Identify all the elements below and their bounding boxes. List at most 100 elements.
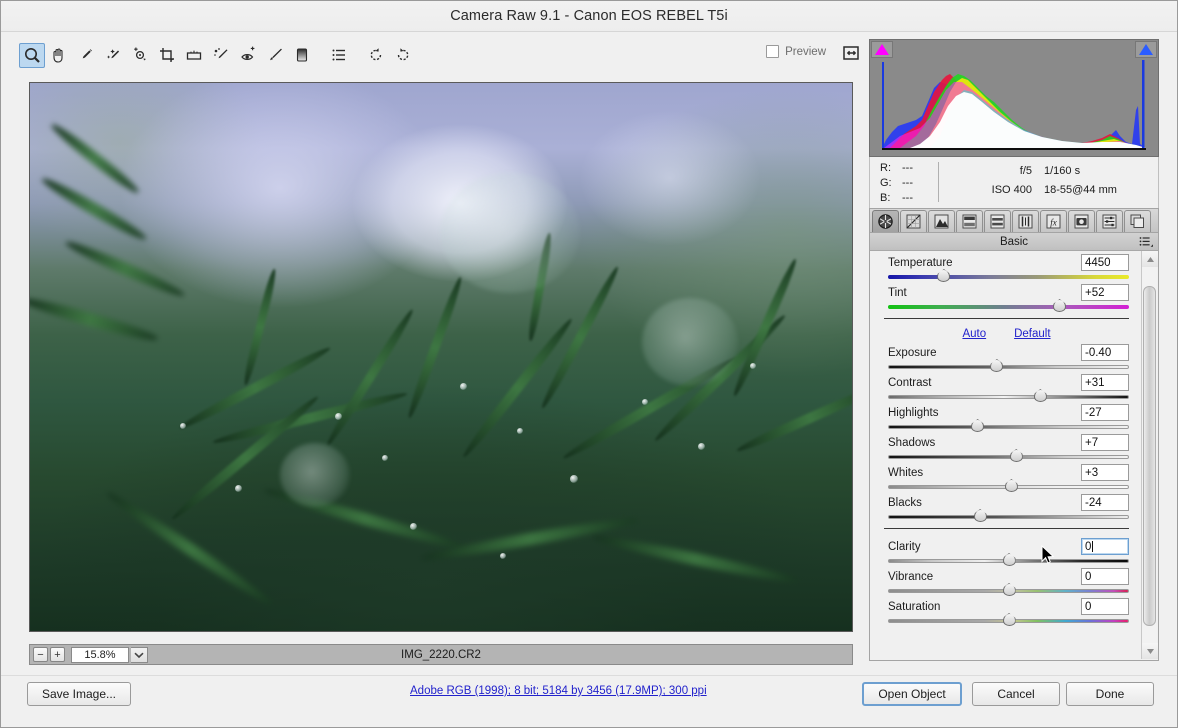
slider-value-saturation[interactable]: 0 — [1081, 598, 1129, 615]
slider-exposure[interactable]: Exposure -0.40 — [870, 341, 1143, 371]
slider-blacks[interactable]: Blacks -24 — [870, 491, 1143, 521]
tab-basic[interactable] — [872, 210, 899, 232]
slider-track-saturation[interactable] — [888, 617, 1129, 624]
panel-divider-2 — [884, 528, 1129, 529]
slider-contrast[interactable]: Contrast +31 — [870, 371, 1143, 401]
rgb-readout: R:--- G:--- B:--- — [880, 161, 913, 206]
slider-highlights[interactable]: Highlights -27 — [870, 401, 1143, 431]
tab-split-toning[interactable] — [984, 210, 1011, 232]
zoom-tool[interactable] — [19, 43, 45, 68]
color-sampler-tool[interactable] — [100, 43, 126, 68]
g-label: G: — [880, 176, 902, 191]
image-filename: IMG_2220.CR2 — [30, 649, 852, 661]
slider-value-highlights[interactable]: -27 — [1081, 404, 1129, 421]
snapshots-icon — [1129, 213, 1146, 230]
highlight-clipping-warning-icon[interactable] — [1135, 41, 1157, 58]
panel-divider-1 — [884, 318, 1129, 319]
exif-readout: f/51/160 s ISO 40018-55@44 mm — [950, 162, 1150, 200]
default-link[interactable]: Default — [1014, 328, 1050, 340]
rgb-row-r: R:--- — [880, 161, 913, 176]
slider-saturation[interactable]: Saturation 0 — [870, 595, 1143, 625]
slider-vibrance[interactable]: Vibrance 0 — [870, 565, 1143, 595]
text-caret — [1092, 541, 1093, 552]
slider-track-highlights[interactable] — [888, 423, 1129, 430]
adjustment-brush-tool[interactable] — [262, 43, 288, 68]
shutter-value: 1/160 s — [1044, 162, 1080, 181]
camera-icon — [1073, 213, 1090, 230]
spot-removal-tool[interactable] — [208, 43, 234, 68]
open-object-button[interactable]: Open Object — [862, 682, 962, 706]
rotate-clockwise-tool[interactable] — [390, 43, 416, 68]
rgb-row-g: G:--- — [880, 176, 913, 191]
slider-track-contrast[interactable] — [888, 393, 1129, 400]
scroll-up-arrow-icon[interactable] — [1142, 251, 1158, 267]
red-eye-removal-tool[interactable] — [235, 43, 261, 68]
slider-list: Temperature 4450 Tint +52 — [870, 251, 1143, 625]
crop-tool[interactable] — [154, 43, 180, 68]
slider-clarity[interactable]: Clarity 0 — [870, 535, 1143, 565]
slider-track-vibrance[interactable] — [888, 587, 1129, 594]
slider-value-shadows[interactable]: +7 — [1081, 434, 1129, 451]
presets-list-tool[interactable] — [326, 43, 352, 68]
tab-hsl-grayscale[interactable] — [956, 210, 983, 232]
targeted-adjustment-tool[interactable] — [127, 43, 153, 68]
fullscreen-toggle-icon[interactable] — [840, 43, 862, 63]
slider-track-shadows[interactable] — [888, 453, 1129, 460]
slider-track-temperature[interactable] — [888, 273, 1129, 280]
slider-track-blacks[interactable] — [888, 513, 1129, 520]
tab-camera-calibration[interactable] — [1068, 210, 1095, 232]
save-image-button[interactable]: Save Image... — [27, 682, 131, 706]
slider-temperature[interactable]: Temperature 4450 — [870, 251, 1143, 281]
slider-track-exposure[interactable] — [888, 363, 1129, 370]
scroll-down-arrow-icon[interactable] — [1142, 643, 1158, 659]
slider-label-highlights: Highlights — [888, 407, 939, 419]
tab-tone-curve[interactable] — [900, 210, 927, 232]
basic-panel-body: Temperature 4450 Tint +52 — [869, 251, 1159, 661]
preview-checkbox[interactable] — [766, 45, 779, 58]
slider-value-whites[interactable]: +3 — [1081, 464, 1129, 481]
done-button[interactable]: Done — [1066, 682, 1154, 706]
slider-label-temperature: Temperature — [888, 257, 953, 269]
slider-shadows[interactable]: Shadows +7 — [870, 431, 1143, 461]
graduated-filter-tool[interactable] — [289, 43, 315, 68]
slider-tint[interactable]: Tint +52 — [870, 281, 1143, 311]
b-value: --- — [902, 191, 913, 206]
auto-link[interactable]: Auto — [962, 328, 986, 340]
slider-value-exposure[interactable]: -0.40 — [1081, 344, 1129, 361]
tab-snapshots[interactable] — [1124, 210, 1151, 232]
slider-whites[interactable]: Whites +3 — [870, 461, 1143, 491]
slider-value-tint[interactable]: +52 — [1081, 284, 1129, 301]
preview-toggle[interactable]: Preview — [766, 45, 826, 58]
tab-detail[interactable] — [928, 210, 955, 232]
tab-presets[interactable] — [1096, 210, 1123, 232]
image-preview-frame[interactable] — [29, 82, 853, 632]
slider-value-clarity[interactable]: 0 — [1081, 538, 1129, 555]
panel-scrollbar[interactable] — [1141, 251, 1157, 659]
workflow-options-link[interactable]: Adobe RGB (1998); 8 bit; 5184 by 3456 (1… — [410, 685, 707, 697]
panel-menu-icon[interactable] — [1139, 236, 1153, 251]
slider-value-blacks[interactable]: -24 — [1081, 494, 1129, 511]
slider-label-shadows: Shadows — [888, 437, 935, 449]
slider-label-tint: Tint — [888, 287, 907, 299]
aperture-value: f/5 — [950, 162, 1044, 181]
slider-track-clarity[interactable] — [888, 557, 1129, 564]
scrollbar-thumb[interactable] — [1143, 286, 1156, 626]
rotate-counterclockwise-tool[interactable] — [363, 43, 389, 68]
slider-value-vibrance[interactable]: 0 — [1081, 568, 1129, 585]
white-balance-tool[interactable] — [73, 43, 99, 68]
window-title: Camera Raw 9.1 - Canon EOS REBEL T5i — [450, 8, 728, 24]
tab-lens-corrections[interactable] — [1012, 210, 1039, 232]
slider-value-temperature[interactable]: 4450 — [1081, 254, 1129, 271]
slider-track-tint[interactable] — [888, 303, 1129, 310]
hand-tool[interactable] — [46, 43, 72, 68]
tab-effects[interactable]: fx — [1040, 210, 1067, 232]
histogram[interactable] — [869, 39, 1159, 157]
svg-text:fx: fx — [1050, 217, 1057, 227]
cancel-button[interactable]: Cancel — [972, 682, 1060, 706]
straighten-tool[interactable] — [181, 43, 207, 68]
aperture-icon — [877, 213, 894, 230]
slider-value-contrast[interactable]: +31 — [1081, 374, 1129, 391]
slider-track-whites[interactable] — [888, 483, 1129, 490]
exif-row-1: f/51/160 s — [950, 162, 1150, 181]
shadow-clipping-warning-icon[interactable] — [871, 41, 893, 58]
